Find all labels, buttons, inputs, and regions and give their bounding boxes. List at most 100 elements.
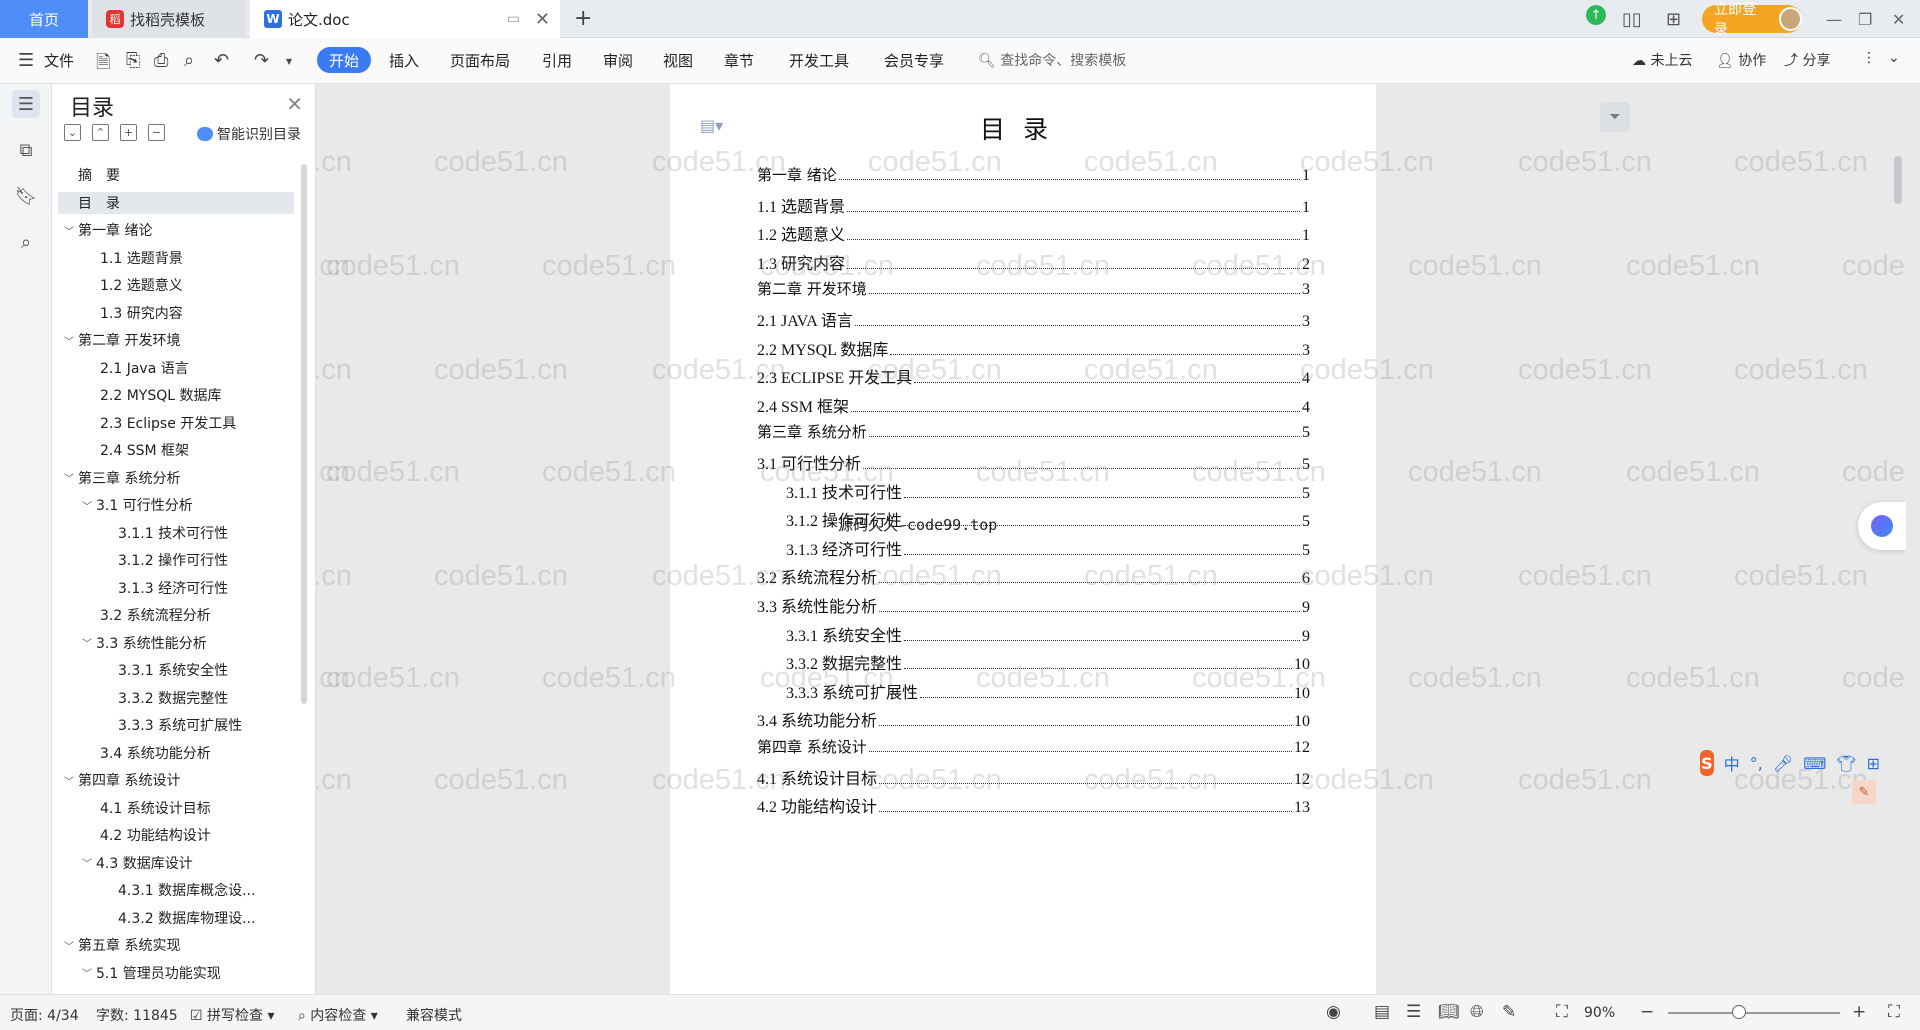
ai-assistant-button[interactable] (1858, 502, 1906, 550)
toc-panel-icon[interactable]: ☰ (12, 90, 40, 118)
page-indicator[interactable]: 页面: 4/34 (10, 1005, 79, 1025)
toc-item[interactable]: ﹀ 3.1 可行性分析 (58, 494, 294, 516)
ime-menu-icon[interactable]: ⊞ (1867, 754, 1880, 773)
toc-entry[interactable]: 3.3.3 系统可扩展性 10 (786, 679, 1310, 703)
toc-item[interactable]: 1.2 选题意义 (58, 274, 294, 296)
toc-item[interactable]: ﹀ 第三章 系统分析 (58, 467, 294, 489)
close-window-icon[interactable]: ✕ (1892, 5, 1905, 33)
hamburger-icon[interactable]: ☰ (18, 50, 34, 71)
outline-view-icon[interactable]: ☰ (1406, 1002, 1421, 1022)
chevron-down-icon[interactable]: ﹀ (62, 470, 76, 485)
remove-heading-icon[interactable]: − (148, 124, 165, 141)
apps-grid-icon[interactable]: ⊞ (1666, 5, 1681, 33)
close-tab-icon[interactable]: ✕ (535, 9, 550, 30)
tab-references[interactable]: 引用 (542, 50, 572, 71)
toc-item[interactable]: 1.3 研究内容 (58, 302, 294, 324)
toc-item[interactable]: 2.4 SSM 框架 (58, 439, 294, 461)
toc-item[interactable]: 摘 要 (58, 164, 294, 186)
tab-start[interactable]: 开始 (317, 47, 371, 73)
chevron-down-icon[interactable]: ﹀ (62, 223, 76, 238)
toc-item[interactable]: ﹀ 第一章 绪论 (58, 219, 294, 241)
chevron-down-icon[interactable]: ﹀ (80, 635, 94, 650)
toc-entry[interactable]: 4.1 系统设计目标 12 (757, 765, 1310, 789)
toc-entry[interactable]: 第一章 绪论 1 (757, 164, 1310, 185)
toc-entry[interactable]: 3.1.1 技术可行性 5 (786, 479, 1310, 503)
feedback-icon[interactable]: ✎ (1852, 780, 1876, 804)
new-tab-icon[interactable]: + (574, 6, 592, 31)
toc-item[interactable]: ﹀ 第二章 开发环境 (58, 329, 294, 351)
undo-icon[interactable]: ↶ (214, 50, 229, 71)
zoom-level[interactable]: 90% (1584, 1005, 1615, 1021)
zoom-slider-thumb[interactable] (1731, 1005, 1746, 1019)
toc-entry[interactable]: 2.3 ECLIPSE 开发工具 4 (757, 364, 1310, 388)
command-search[interactable]: 🔍︎ 查找命令、搜索模板 (978, 50, 1126, 70)
toc-item[interactable]: 3.1.3 经济可行性 (58, 577, 294, 599)
toc-entry[interactable]: 4.2 功能结构设计 13 (757, 793, 1310, 817)
toc-item[interactable]: 3.3.2 数据完整性 (58, 687, 294, 709)
toc-entry[interactable]: 3.3.1 系统安全性 9 (786, 622, 1310, 646)
zoom-in-icon[interactable]: + (1852, 1002, 1866, 1022)
toc-item[interactable]: ﹀ 第五章 系统实现 (58, 934, 294, 956)
tab-templates[interactable]: 稻 找稻壳模板 (92, 0, 246, 38)
chapter-nav-icon[interactable]: ⧉ (12, 136, 40, 164)
toc-entry[interactable]: 3.1 可行性分析 5 (757, 450, 1310, 474)
smart-toc-button[interactable]: 智能识别目录 (197, 124, 301, 144)
toc-entry[interactable]: 3.4 系统功能分析 10 (757, 707, 1310, 731)
redo-icon[interactable]: ↷ (254, 50, 269, 71)
fit-page-icon[interactable]: ⛶ (1556, 1002, 1568, 1022)
content-check-button[interactable]: ⌕ 内容检查 ▾ (298, 1005, 378, 1025)
save-icon[interactable]: 🗎 (96, 50, 110, 80)
expand-all-icon[interactable]: ⌄ (64, 124, 81, 141)
quick-access-dropdown-icon[interactable]: ▾ (286, 54, 292, 68)
document-page[interactable]: ▤▾ 目录 第一章 绪论 1 1.1 选题背景 1 1.2 选题意义 1 1.3 研究内容 2… (670, 84, 1376, 994)
microphone-icon[interactable]: 🎤︎ (1773, 754, 1793, 773)
keyboard-icon[interactable]: ⌨ (1803, 754, 1826, 773)
toc-item[interactable]: 3.4 系统功能分析 (58, 742, 294, 764)
eye-protection-icon[interactable]: ◉ (1326, 1002, 1341, 1022)
chevron-down-icon[interactable]: ﹀ (62, 773, 76, 788)
toc-entry[interactable]: 2.1 JAVA 语言 3 (757, 307, 1310, 331)
pin-window-icon[interactable]: ▭ (507, 11, 520, 27)
skin-icon[interactable]: 👕︎ (1836, 754, 1856, 773)
toc-entry[interactable]: 3.3.2 数据完整性 10 (786, 650, 1310, 674)
toc-entry[interactable]: 1.1 选题背景 1 (757, 193, 1310, 217)
page-view-icon[interactable]: ▤ (1374, 1002, 1390, 1022)
tab-review[interactable]: 审阅 (603, 50, 633, 71)
layout-icon[interactable]: ▯▯ (1622, 5, 1642, 33)
toc-item[interactable]: 4.3.2 数据库物理设... (58, 907, 294, 929)
preview-icon[interactable]: ⌕ (184, 50, 194, 71)
toc-item[interactable]: 4.1 系统设计目标 (58, 797, 294, 819)
toc-item[interactable]: 3.3.1 系统安全性 (58, 659, 294, 681)
web-view-icon[interactable]: 🌐︎ (1470, 1002, 1484, 1022)
toc-item[interactable]: 3.2 系统流程分析 (58, 604, 294, 626)
toc-entry[interactable]: 3.2 系统流程分析 6 (757, 564, 1310, 588)
toc-entry[interactable]: 1.2 选题意义 1 (757, 221, 1310, 245)
upgrade-icon[interactable]: ↑ (1586, 5, 1606, 25)
toc-item[interactable]: 3.1.1 技术可行性 (58, 522, 294, 544)
tab-document[interactable]: W 论文.doc ▭ ✕ (250, 0, 560, 38)
tab-chapter[interactable]: 章节 (724, 50, 754, 71)
toc-item[interactable]: 2.1 Java 语言 (58, 357, 294, 379)
login-button[interactable]: 立即登录 (1702, 2, 1802, 38)
ime-mode-label[interactable]: 中 (1724, 751, 1740, 775)
export-icon[interactable]: ⎘ (126, 50, 140, 71)
spell-check-button[interactable]: ☑ 拼写检查 ▾ (190, 1005, 275, 1025)
zoom-slider[interactable] (1668, 1012, 1840, 1014)
tab-page-layout[interactable]: 页面布局 (450, 50, 510, 71)
toc-item[interactable]: 4.2 功能结构设计 (58, 824, 294, 846)
toc-entry[interactable]: 3.1.3 经济可行性 5 (786, 536, 1310, 560)
toc-entry[interactable]: 1.3 研究内容 2 (757, 250, 1310, 274)
document-scrollbar[interactable] (1894, 156, 1902, 204)
find-icon[interactable]: ⌕ (12, 228, 40, 256)
collaborate-button[interactable]: 👤︎ 协作 (1716, 50, 1766, 70)
toc-entry[interactable]: 第四章 系统设计 12 (757, 736, 1310, 757)
ime-punct-label[interactable]: °, (1750, 754, 1763, 773)
filter-icon[interactable]: ⏷ (1600, 102, 1630, 132)
collapse-all-icon[interactable]: ⌃ (92, 124, 109, 141)
toc-item[interactable]: ﹀ 第四章 系统设计 (58, 769, 294, 791)
toc-item[interactable]: ﹀ 3.3 系统性能分析 (58, 632, 294, 654)
toc-item[interactable]: ﹀ 4.3 数据库设计 (58, 852, 294, 874)
toc-entry[interactable]: 3.3 系统性能分析 9 (757, 593, 1310, 617)
fullscreen-icon[interactable]: ⛶ (1888, 1002, 1900, 1022)
cloud-status[interactable]: ☁ 未上云 (1632, 50, 1692, 70)
